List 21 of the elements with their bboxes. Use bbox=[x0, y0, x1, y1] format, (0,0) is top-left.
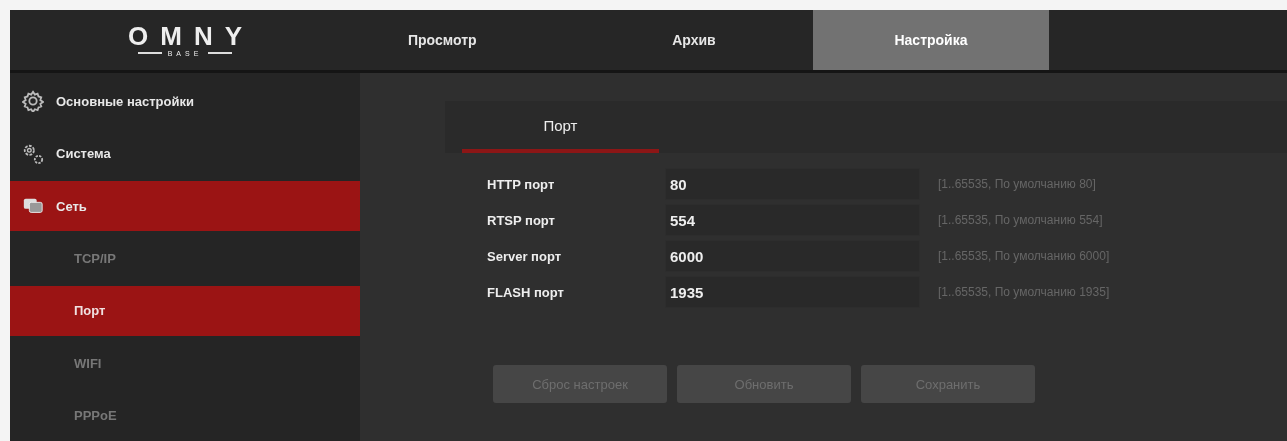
sidebar-item[interactable]: Сеть bbox=[10, 180, 360, 232]
field-label: HTTP порт bbox=[487, 176, 556, 192]
sidebar-label: Система bbox=[56, 146, 111, 162]
nav-tab[interactable]: Архив bbox=[575, 10, 813, 70]
nav-tab[interactable]: Просмотр bbox=[360, 10, 575, 70]
section-tab[interactable]: Порт bbox=[462, 101, 659, 153]
sidebar-item[interactable]: Система bbox=[10, 128, 360, 179]
port-input[interactable]: 6000 bbox=[665, 240, 920, 272]
nav-tab[interactable]: Настройка bbox=[813, 10, 1049, 70]
port-input[interactable]: 80 bbox=[665, 168, 920, 200]
sidebar-item[interactable]: Основные настройки bbox=[10, 76, 360, 127]
sidebar-subitem[interactable]: Порт bbox=[10, 285, 360, 337]
port-input[interactable]: 554 bbox=[665, 204, 920, 236]
sidebar-label: Сеть bbox=[56, 198, 87, 214]
gear-icon bbox=[22, 90, 44, 113]
port-input[interactable]: 1935 bbox=[665, 276, 920, 308]
gears-icon bbox=[22, 142, 44, 165]
sidebar-label: Основные настройки bbox=[56, 93, 194, 109]
field-label: FLASH порт bbox=[487, 284, 565, 300]
field-label: RTSP порт bbox=[487, 212, 556, 228]
field-label: Server порт bbox=[487, 248, 563, 264]
